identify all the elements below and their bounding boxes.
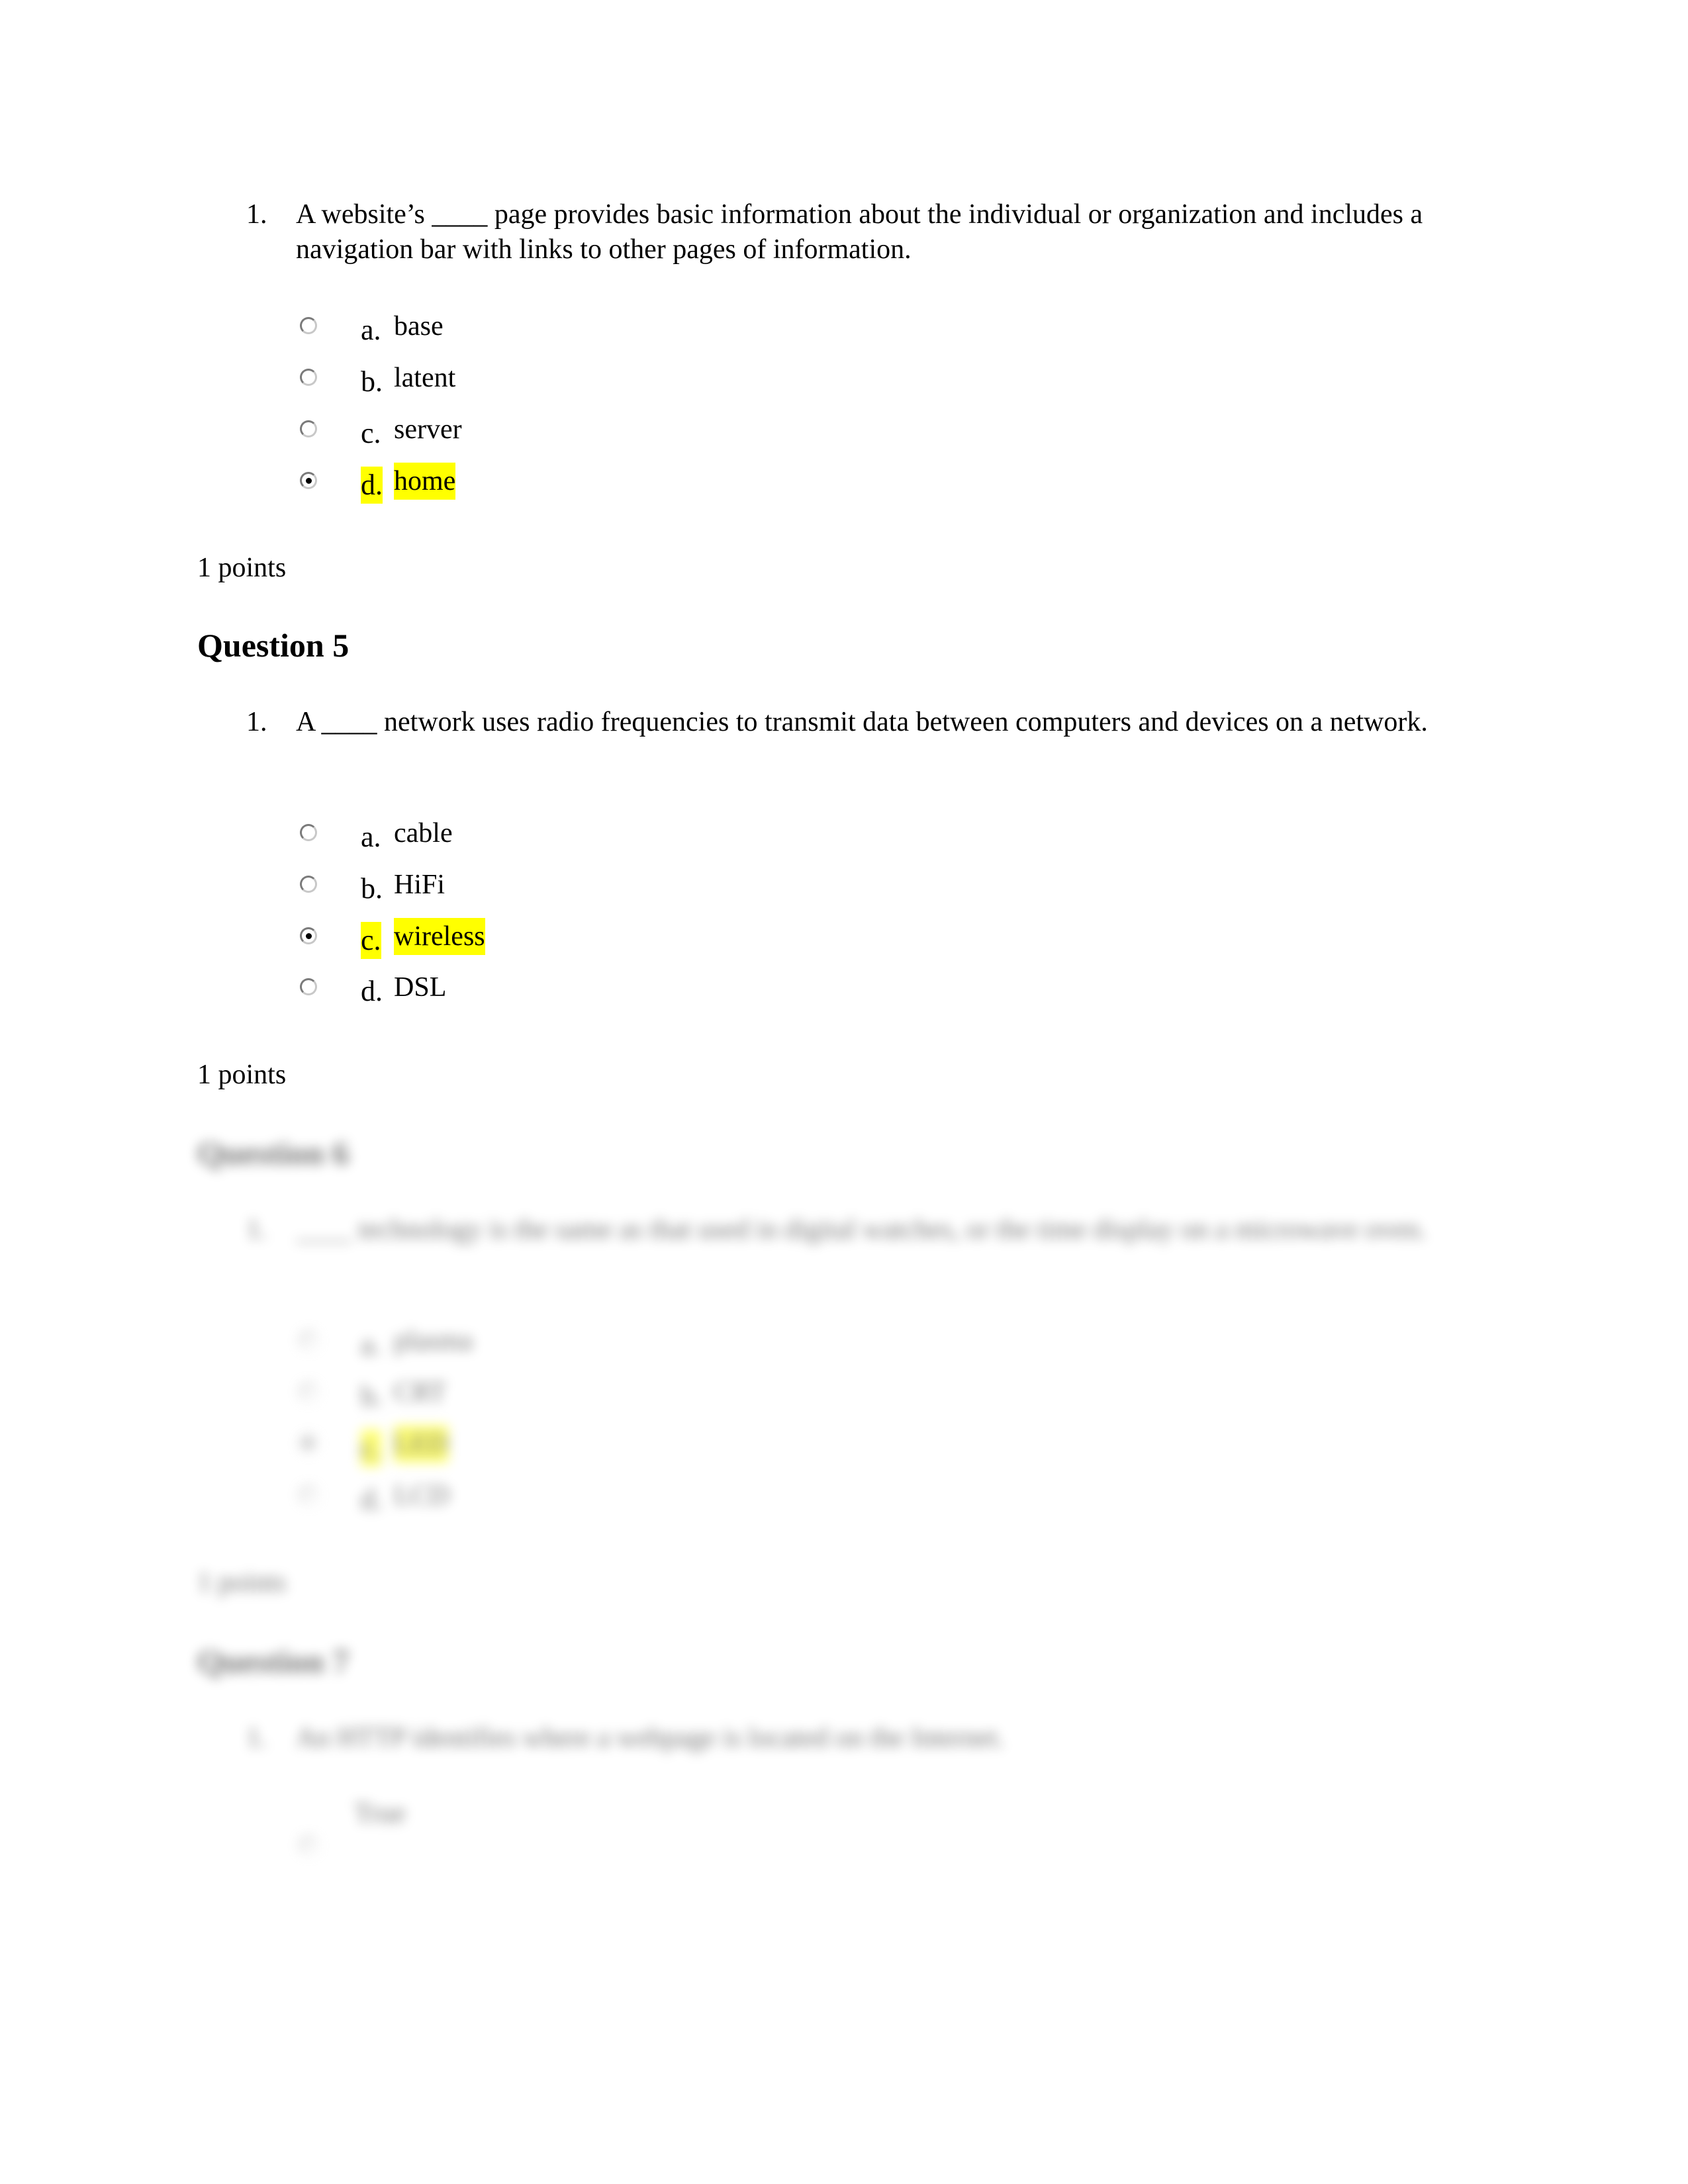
option-text: latent (394, 363, 456, 393)
radio-button-icon[interactable] (300, 369, 317, 386)
points-label: 1 points (197, 1567, 287, 1598)
radio-button-icon[interactable] (300, 317, 317, 334)
radio-button-icon[interactable] (300, 824, 317, 841)
option-text: HiFi (394, 870, 445, 900)
option-letter: d. (361, 1483, 383, 1516)
radio-button-selected-icon (300, 1435, 317, 1452)
option-letter: a. (361, 821, 381, 853)
option-letter: d. (361, 975, 383, 1007)
question-prompt: ____ technology is the same as that used… (296, 1214, 1427, 1245)
radio-button-selected-icon[interactable] (300, 472, 317, 489)
option-text: server (394, 414, 462, 445)
option-text-selected: LED (394, 1426, 448, 1463)
radio-button-icon (300, 1837, 317, 1854)
option-letter: c. (361, 1430, 381, 1467)
option-letter: b. (361, 872, 383, 905)
option-text: base (394, 311, 444, 341)
radio-button-icon (300, 1332, 317, 1349)
question-number: 1. (246, 1723, 267, 1753)
radio-button-icon (300, 1486, 317, 1504)
option-text-selected: home (394, 463, 456, 500)
option-letter: b. (361, 365, 383, 398)
option-text-selected: wireless (394, 918, 485, 955)
radio-button-icon[interactable] (300, 978, 317, 995)
question-prompt: A website’s ____ page provides basic inf… (296, 199, 1423, 265)
question-7-text: 1. An HTTP identifies where a webpage is… (246, 1721, 1477, 1756)
points-label: 1 points (197, 553, 287, 583)
radio-button-icon (300, 1383, 317, 1400)
option-text: cable (394, 818, 453, 848)
option-letter: c. (361, 922, 381, 959)
option-text: LCD (394, 1480, 449, 1511)
option-text-true: True (354, 1798, 406, 1829)
blurred-preview-region: 1 points Question 6 1. ____ technology i… (0, 1093, 1688, 2184)
question-heading: Question 6 (197, 1134, 350, 1171)
question-6-text: 1. ____ technology is the same as that u… (246, 1212, 1477, 1248)
question-prompt: An HTTP identifies where a webpage is lo… (296, 1723, 1005, 1753)
radio-button-selected-icon[interactable] (300, 927, 317, 944)
option-letter: b. (361, 1380, 383, 1412)
option-text: DSL (394, 972, 447, 1003)
radio-button-icon[interactable] (300, 420, 317, 437)
option-letter: d. (361, 467, 383, 504)
option-letter: a. (361, 1328, 381, 1361)
question-number: 1. (246, 1214, 267, 1245)
question-heading: Question 7 (197, 1643, 350, 1680)
option-text: plasma (394, 1326, 473, 1356)
points-label: 1 points (197, 1060, 287, 1090)
option-letter: a. (361, 314, 381, 346)
option-text: CRT (394, 1377, 447, 1408)
question-number: 1. (246, 707, 267, 737)
question-number: 1. (246, 199, 267, 230)
question-4-text: 1. A website’s ____ page provides basic … (246, 197, 1477, 267)
radio-button-icon[interactable] (300, 876, 317, 893)
option-letter: c. (361, 417, 381, 449)
question-prompt: A ____ network uses radio frequencies to… (296, 707, 1428, 737)
question-heading: Question 5 (197, 627, 350, 664)
question-5-text: 1. A ____ network uses radio frequencies… (246, 705, 1477, 740)
radio-circle (300, 1837, 317, 1854)
